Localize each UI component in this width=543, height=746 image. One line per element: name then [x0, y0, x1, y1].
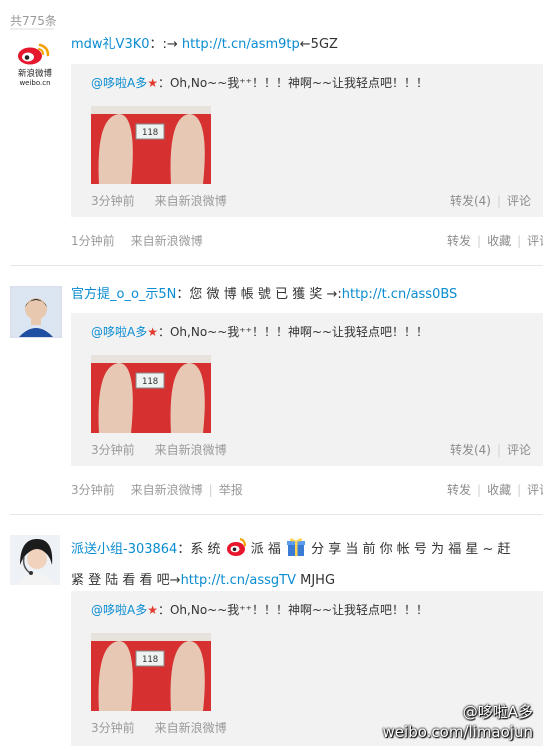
post-time[interactable]: 1分钟前 — [71, 234, 115, 248]
post-source[interactable]: 来自新浪微博 — [131, 483, 203, 497]
post-content: 派送小组-303864：系 统 派 福 分 享 当 前 你 帐 号 为 福 星 … — [71, 536, 543, 594]
repost-source[interactable]: 来自新浪微博 — [155, 443, 227, 457]
user-avatar-icon[interactable] — [10, 286, 62, 338]
post-text: ：:→ — [149, 37, 182, 52]
user-avatar-icon[interactable] — [10, 535, 60, 585]
svg-text:新浪微博: 新浪微博 — [18, 68, 53, 79]
forward-link[interactable]: 转发 — [447, 483, 471, 497]
repost-time[interactable]: 3分钟前 — [91, 194, 135, 208]
svg-text:weibo.cn: weibo.cn — [19, 79, 50, 87]
repost-author[interactable]: @哆啦A多 — [91, 603, 147, 617]
forward-link[interactable]: 转发 — [447, 234, 471, 248]
post-text: 分 享 当 前 你 帐 号 为 福 星 ~ 赶 — [307, 542, 511, 557]
repost-forward-link[interactable]: 转发(4) — [450, 443, 491, 457]
post-text: 派 福 — [246, 542, 285, 557]
divider: | — [517, 483, 522, 497]
repost-time[interactable]: 3分钟前 — [91, 721, 135, 735]
author-name[interactable]: 派送小组-303864 — [71, 542, 177, 557]
post-meta: 1分钟前 来自新浪微博 — [71, 232, 203, 249]
divider: | — [477, 234, 482, 248]
comment-link[interactable]: 评论 — [527, 483, 543, 497]
repost-thumbnail[interactable]: 118 — [91, 106, 211, 184]
repost-author[interactable]: @哆啦A多 — [91, 76, 147, 90]
gift-box-icon — [285, 536, 307, 568]
watermark-handle: @哆啦A多 — [462, 703, 533, 721]
watermark: @哆啦A多 weibo.com/limaojun — [383, 702, 533, 742]
repost-time[interactable]: 3分钟前 — [91, 443, 135, 457]
repost-meta: 3分钟前 来自新浪微博 — [91, 719, 227, 736]
favorite-link[interactable]: 收藏 — [487, 234, 511, 248]
divider: | — [496, 194, 501, 208]
repost-comment-link[interactable]: 评论 — [507, 443, 531, 457]
post-source[interactable]: 来自新浪微博 — [131, 234, 203, 248]
divider: | — [477, 483, 482, 497]
post-link[interactable]: http://t.cn/assgTV — [181, 573, 296, 588]
repost-thumbnail[interactable]: 118 — [91, 633, 211, 711]
repost-text: @哆啦A多★：Oh,No~~我⁺⁺！！！神啊~~让我轻点吧！！！ — [91, 325, 429, 339]
post-divider — [10, 265, 543, 266]
repost-forward-link[interactable]: 转发(4) — [450, 194, 491, 208]
post-text: ：您 微 博 帳 號 已 獲 奖 →: — [176, 287, 342, 302]
post-actions: 转发 | 收藏 | 评论 — [447, 481, 543, 498]
post-text-suffix: MJHG — [295, 573, 336, 588]
star-badge-icon: ★ — [147, 76, 158, 90]
divider: | — [517, 234, 522, 248]
divider: | — [208, 483, 213, 497]
repost-actions: 转发(4) | 评论 — [450, 192, 531, 209]
post-divider — [10, 514, 543, 515]
repost-meta: 3分钟前 来自新浪微博 — [91, 192, 227, 209]
comment-link[interactable]: 评论 — [527, 234, 543, 248]
repost-source[interactable]: 来自新浪微博 — [155, 721, 227, 735]
star-badge-icon: ★ — [147, 325, 158, 339]
report-link[interactable]: 举报 — [219, 483, 243, 497]
repost-author[interactable]: @哆啦A多 — [91, 325, 147, 339]
sina-weibo-logo-icon[interactable]: 新浪微博 weibo.cn — [10, 38, 60, 88]
svg-text:118: 118 — [142, 128, 158, 138]
favorite-link[interactable]: 收藏 — [487, 483, 511, 497]
post-content: 官方提_o_o_示5N：您 微 博 帳 號 已 獲 奖 →:http://t.c… — [71, 282, 543, 308]
star-badge-icon: ★ — [147, 603, 158, 617]
author-name[interactable]: 官方提_o_o_示5N — [71, 287, 176, 302]
post-link[interactable]: http://t.cn/ass0BS — [342, 287, 458, 302]
repost-actions: 转发(4) | 评论 — [450, 441, 531, 458]
post-time[interactable]: 3分钟前 — [71, 483, 115, 497]
post-actions: 转发 | 收藏 | 评论 — [447, 232, 543, 249]
watermark-url: weibo.com/limaojun — [382, 723, 533, 741]
author-name[interactable]: mdw礼V3K0 — [71, 37, 150, 52]
post-link[interactable]: http://t.cn/asm9tp — [182, 37, 300, 52]
repost-text: @哆啦A多★：Oh,No~~我⁺⁺！！！神啊~~让我轻点吧！！！ — [91, 603, 429, 617]
svg-text:118: 118 — [142, 377, 158, 387]
repost-card: @哆啦A多★：Oh,No~~我⁺⁺！！！神啊~~让我轻点吧！！！ 118 3分钟… — [71, 64, 543, 217]
svg-text:118: 118 — [142, 655, 158, 665]
repost-comment-link[interactable]: 评论 — [507, 194, 531, 208]
weibo-emoji-icon — [225, 536, 247, 568]
post-content: mdw礼V3K0：:→ http://t.cn/asm9tp←5GZ — [71, 32, 543, 58]
repost-thumbnail[interactable]: 118 — [91, 355, 211, 433]
result-count: 共775条 — [10, 14, 57, 28]
divider: | — [496, 443, 501, 457]
post-text-suffix: ←5GZ — [299, 37, 338, 52]
header-underline — [10, 28, 54, 30]
post-text: ：系 统 — [177, 542, 225, 557]
repost-text: @哆啦A多★：Oh,No~~我⁺⁺！！！神啊~~让我轻点吧！！！ — [91, 76, 429, 90]
post-meta: 3分钟前 来自新浪微博 | 举报 — [71, 481, 243, 498]
repost-source[interactable]: 来自新浪微博 — [155, 194, 227, 208]
repost-card: @哆啦A多★：Oh,No~~我⁺⁺！！！神啊~~让我轻点吧！！！ 118 3分钟… — [71, 313, 543, 466]
repost-meta: 3分钟前 来自新浪微博 — [91, 441, 227, 458]
post-text: 紧 登 陆 看 看 吧→ — [71, 573, 181, 588]
